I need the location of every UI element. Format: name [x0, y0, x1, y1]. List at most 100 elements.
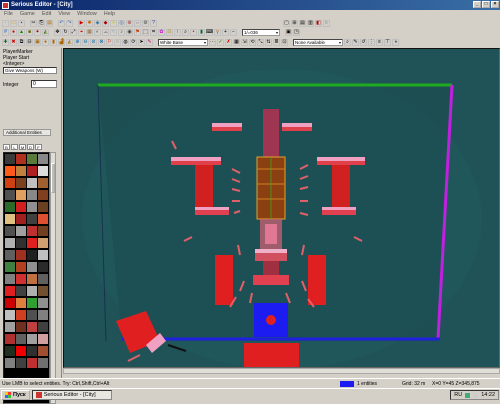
marker-icon[interactable]: ⚑ [134, 29, 141, 36]
find-icon[interactable]: ⌕ [182, 29, 189, 36]
palette-entity-thumbnail[interactable] [27, 250, 37, 260]
palette-entity-thumbnail[interactable] [27, 166, 37, 176]
polygon-mode-icon[interactable]: ▲ [18, 29, 25, 36]
palette-entity-thumbnail[interactable] [38, 322, 48, 332]
filter-list-icon[interactable]: ≡ [376, 39, 383, 46]
cut-icon[interactable]: ✂ [30, 20, 37, 27]
screenshot-icon[interactable]: ▣ [285, 29, 292, 36]
palette-scrollbar[interactable] [50, 152, 56, 404]
palette-entity-thumbnail[interactable] [5, 310, 15, 320]
palette-entity-thumbnail[interactable] [27, 334, 37, 344]
preview-icon[interactable]: ◳ [293, 29, 300, 36]
view-quad-icon[interactable]: ⊞ [291, 20, 298, 27]
texture-combo[interactable]: White Base [158, 39, 208, 46]
close-button[interactable]: × [491, 1, 499, 8]
terrain-mode-icon[interactable]: ◭ [42, 29, 49, 36]
csg-icon[interactable]: ⊕ [126, 20, 133, 27]
fog-icon[interactable]: ☁ [102, 29, 109, 36]
palette-entity-thumbnail[interactable] [38, 262, 48, 272]
stats-icon[interactable]: ▮ [198, 29, 205, 36]
taskbar-item-serious-editor[interactable]: Serious Editor - [City] [31, 389, 112, 400]
tab-additional-entities[interactable]: Additional Entities [3, 129, 51, 136]
sector-mode-icon[interactable]: ■ [26, 29, 33, 36]
align-icon[interactable]: ⊟ [26, 39, 33, 46]
palette-entity-thumbnail[interactable] [38, 154, 48, 164]
integer-field[interactable]: 0 [31, 80, 57, 88]
palette-entity-thumbnail[interactable] [16, 286, 26, 296]
palette-entity-thumbnail[interactable] [27, 202, 37, 212]
test-icon[interactable]: ✹ [86, 20, 93, 27]
help-icon[interactable]: ? [150, 20, 157, 27]
palette-entity-thumbnail[interactable] [38, 274, 48, 284]
palette-entity-thumbnail[interactable] [27, 358, 37, 368]
palette-entity-thumbnail[interactable] [16, 166, 26, 176]
palette-entity-thumbnail[interactable] [38, 178, 48, 188]
palette-entity-thumbnail[interactable] [5, 190, 15, 200]
palette-entity-thumbnail[interactable] [5, 178, 15, 188]
palette-entity-thumbnail[interactable] [38, 238, 48, 248]
view-split-v-icon[interactable]: ▥ [307, 20, 314, 27]
arrow-icon[interactable]: ➤ [138, 39, 145, 46]
hide-icon[interactable]: ◌ [114, 39, 121, 46]
palette-entity-thumbnail[interactable] [38, 286, 48, 296]
palette-entity-thumbnail[interactable] [5, 226, 15, 236]
palette-entity-thumbnail[interactable] [27, 346, 37, 356]
filter-m-button[interactable]: M [19, 144, 26, 150]
property-select[interactable]: Give Weapons (W) [3, 67, 57, 74]
palette-entity-thumbnail[interactable] [16, 190, 26, 200]
palette-entity-thumbnail[interactable] [38, 226, 48, 236]
palette-entity-thumbnail[interactable] [5, 250, 15, 260]
texture-stretch-icon[interactable]: ⤡ [257, 39, 264, 46]
grid-icon[interactable]: # [2, 29, 9, 36]
filter-apply-icon[interactable]: ⌕ [344, 39, 351, 46]
palette-entity-thumbnail[interactable] [38, 202, 48, 212]
palette-scroll-thumb[interactable] [51, 163, 55, 193]
primitive-sphere-icon[interactable]: ● [42, 39, 49, 46]
palette-entity-thumbnail[interactable] [27, 238, 37, 248]
info-icon[interactable]: i [174, 29, 181, 36]
volume-icon[interactable] [473, 392, 479, 398]
lock-icon[interactable]: ⊡ [166, 29, 173, 36]
texture-clear-icon[interactable]: ✗ [225, 39, 232, 46]
play-icon[interactable]: ▶ [78, 20, 85, 27]
show-icon[interactable]: ◍ [122, 39, 129, 46]
palette-entity-thumbnail[interactable] [16, 154, 26, 164]
texture-browse-icon[interactable]: ⋯ [209, 39, 216, 46]
maximize-button[interactable]: □ [482, 1, 490, 8]
render-icon[interactable]: ◆ [102, 20, 109, 27]
menu-game[interactable]: Game [20, 11, 35, 17]
palette-entity-thumbnail[interactable] [16, 226, 26, 236]
menu-edit[interactable]: Edit [42, 11, 51, 17]
palette-entity-thumbnail[interactable] [5, 346, 15, 356]
vertex-mode-icon[interactable]: ✦ [34, 29, 41, 36]
gamma-icon[interactable]: γ [214, 29, 221, 36]
start-button[interactable]: Пуск [1, 389, 30, 400]
camera-icon[interactable]: ◉ [126, 29, 133, 36]
scale-icon[interactable]: ⤢ [70, 29, 77, 36]
palette-entity-thumbnail[interactable] [27, 154, 37, 164]
view-3d-icon[interactable]: ◧ [315, 20, 322, 27]
palette-entity-thumbnail[interactable] [16, 250, 26, 260]
texture-apply-icon[interactable]: ✓ [217, 39, 224, 46]
palette-entity-thumbnail[interactable] [16, 298, 26, 308]
redo-icon[interactable]: ↷ [66, 20, 73, 27]
entity-mode-icon[interactable]: ● [10, 29, 17, 36]
zoom-out-icon[interactable]: − [230, 29, 237, 36]
palette-entity-thumbnail[interactable] [27, 322, 37, 332]
palette-entity-thumbnail[interactable] [5, 166, 15, 176]
palette-entity-thumbnail[interactable] [38, 346, 48, 356]
light-icon[interactable]: ☀ [110, 20, 117, 27]
palette-entity-thumbnail[interactable] [27, 214, 37, 224]
gear-icon[interactable]: ⚙ [142, 20, 149, 27]
filter-combo[interactable]: None Available [293, 39, 343, 46]
csg-remove-icon[interactable]: ⊖ [82, 39, 89, 46]
palette-entity-thumbnail[interactable] [5, 334, 15, 344]
palette-entity-thumbnail[interactable] [16, 202, 26, 212]
filter-f-button[interactable]: F [35, 144, 42, 150]
undo-icon[interactable]: ↶ [58, 20, 65, 27]
sound-icon[interactable]: ♪ [118, 29, 125, 36]
palette-entity-thumbnail[interactable] [16, 358, 26, 368]
paste-icon[interactable]: ▤ [46, 20, 53, 27]
palette-entity-thumbnail[interactable] [38, 334, 48, 344]
palette-entity-thumbnail[interactable] [38, 358, 48, 368]
